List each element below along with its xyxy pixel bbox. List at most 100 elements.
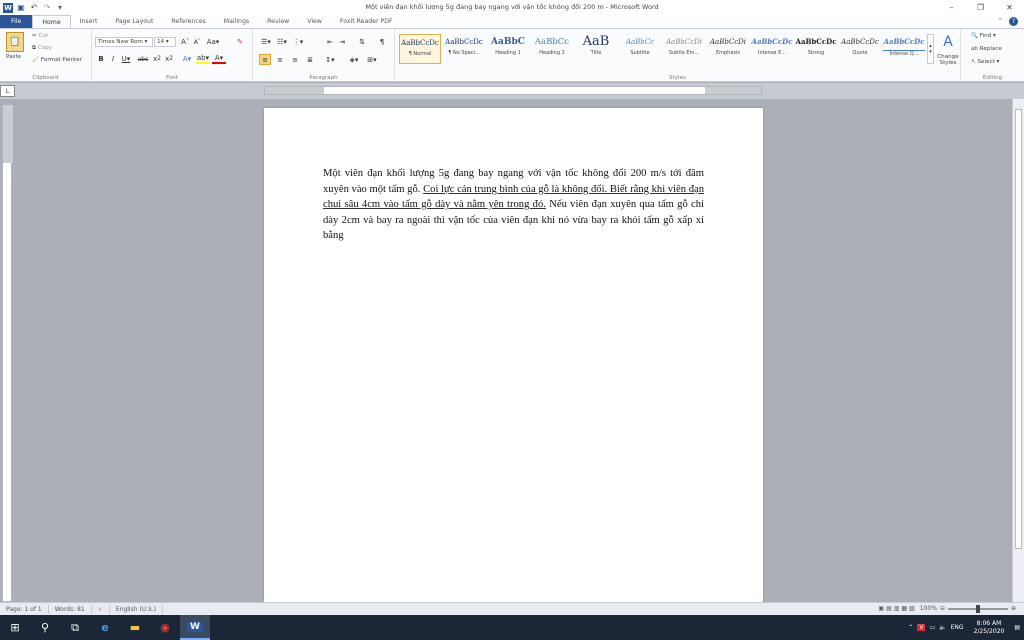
- style-intense-emphasis[interactable]: AaBbCcDc Intense E...: [751, 34, 793, 64]
- underline-icon[interactable]: U▾: [120, 54, 132, 64]
- document-page[interactable]: Một viên đạn khối lượng 5g đang bay ngan…: [264, 108, 763, 602]
- minimize-ribbon-icon[interactable]: ⌃: [997, 17, 1003, 26]
- tab-view[interactable]: View: [298, 15, 331, 28]
- style-subtitle[interactable]: AaBbCc Subtitle: [619, 34, 661, 64]
- tab-file[interactable]: File: [0, 15, 33, 28]
- clock[interactable]: 8:06 AM 2/25/2020: [974, 620, 1005, 636]
- subscript-icon[interactable]: x2: [152, 54, 162, 64]
- minimize-button[interactable]: –: [937, 0, 966, 15]
- italic-icon[interactable]: I: [108, 54, 118, 64]
- start-icon[interactable]: ⊞: [0, 615, 30, 640]
- show-formatting-icon[interactable]: ¶: [377, 37, 387, 47]
- edge-icon[interactable]: e: [90, 615, 120, 640]
- save-icon[interactable]: ▣: [16, 3, 26, 13]
- zoom-level[interactable]: 100%: [920, 605, 937, 612]
- word-count[interactable]: Words: 81: [49, 604, 92, 614]
- grow-font-icon[interactable]: A ˄: [180, 37, 190, 47]
- format-painter-button[interactable]: 🖌 Format Painter: [32, 57, 82, 63]
- proofing-icon[interactable]: ✓: [92, 604, 110, 614]
- zoom-slider-thumb[interactable]: [975, 604, 980, 613]
- borders-icon[interactable]: ⊞▾: [365, 54, 379, 65]
- decrease-indent-icon[interactable]: ⇤: [325, 37, 335, 47]
- antivirus-icon[interactable]: V: [917, 624, 926, 631]
- justify-icon[interactable]: ≣: [304, 54, 316, 65]
- line-spacing-icon[interactable]: ↕▾: [323, 54, 337, 65]
- font-color-icon[interactable]: A▾: [212, 54, 226, 64]
- language-indicator[interactable]: English (U.S.): [110, 604, 164, 614]
- volume-icon[interactable]: 🔈: [939, 624, 946, 631]
- tab-selector-icon[interactable]: L: [0, 85, 15, 97]
- style-strong[interactable]: AaBbCcDc Strong: [795, 34, 837, 64]
- select-button[interactable]: ↖ Select ▾: [971, 59, 999, 65]
- shading-icon[interactable]: ◈▾: [347, 54, 361, 65]
- paste-icon[interactable]: 📋: [6, 32, 24, 52]
- bold-icon[interactable]: B: [96, 54, 106, 64]
- network-icon[interactable]: ▭: [929, 624, 935, 631]
- zoom-in-icon[interactable]: ⊕: [1011, 605, 1016, 612]
- zoom-out-icon[interactable]: ⊖: [940, 605, 945, 612]
- document-body[interactable]: Một viên đạn khối lượng 5g đang bay ngan…: [323, 166, 704, 244]
- text-effects-icon[interactable]: A▾: [180, 54, 194, 64]
- restore-button[interactable]: ❐: [966, 0, 995, 15]
- style-subtle-emphasis[interactable]: AaBbCcDi Subtle Em...: [663, 34, 705, 64]
- cut-button[interactable]: ✂ Cut: [32, 33, 48, 39]
- close-button[interactable]: ✕: [995, 0, 1024, 15]
- shrink-font-icon[interactable]: A ˅: [192, 37, 202, 47]
- paste-button-label[interactable]: Paste: [6, 54, 21, 60]
- style-intense-quote[interactable]: AaBbCcDc Intense Q...: [883, 34, 925, 64]
- sort-icon[interactable]: ⇅: [357, 37, 367, 47]
- vertical-scrollbar[interactable]: [1012, 99, 1024, 602]
- font-name-select[interactable]: Times New Rom ▾: [95, 37, 153, 47]
- style-emphasis[interactable]: AaBbCcDi Emphasis: [707, 34, 749, 64]
- horizontal-ruler[interactable]: [264, 86, 762, 95]
- style-heading-1[interactable]: AaBbC Heading 1: [487, 34, 529, 64]
- style-no-spacing[interactable]: AaBbCcDc ¶ No Spaci...: [443, 34, 485, 64]
- tab-home[interactable]: Home: [32, 15, 71, 28]
- file-explorer-icon[interactable]: ▬: [120, 615, 150, 640]
- font-size-select[interactable]: 14 ▾: [154, 37, 176, 47]
- replace-button[interactable]: ab Replace: [971, 46, 1002, 52]
- superscript-icon[interactable]: x2: [164, 54, 174, 64]
- tab-mailings[interactable]: Mailings: [215, 15, 258, 28]
- change-styles-label[interactable]: Change Styles: [935, 54, 961, 66]
- vertical-ruler[interactable]: [2, 104, 13, 602]
- tab-page-layout[interactable]: Page Layout: [106, 15, 162, 28]
- chrome-icon[interactable]: ◉: [150, 615, 180, 640]
- align-right-icon[interactable]: ≡: [289, 54, 301, 65]
- change-case-icon[interactable]: Aa▾: [206, 37, 220, 47]
- find-button[interactable]: 🔍 Find ▾: [971, 33, 996, 39]
- tab-review[interactable]: Review: [258, 15, 298, 28]
- style-normal[interactable]: AaBbCcDc ¶ Normal: [399, 34, 441, 64]
- style-heading-2[interactable]: AaBbCc Heading 2: [531, 34, 573, 64]
- word-taskbar-icon[interactable]: W: [180, 615, 210, 640]
- undo-icon[interactable]: ↶: [29, 3, 39, 13]
- highlight-color-icon[interactable]: ab▾: [196, 54, 210, 64]
- copy-button[interactable]: ⧉ Copy: [32, 45, 52, 52]
- styles-scroll-icon[interactable]: ▴ ▾: [927, 34, 934, 64]
- strikethrough-icon[interactable]: abc: [136, 54, 150, 64]
- style-quote[interactable]: AaBbCcDc Quote: [839, 34, 881, 64]
- redo-icon[interactable]: ↷: [42, 3, 52, 13]
- align-left-icon[interactable]: ≡: [259, 54, 271, 65]
- task-view-icon[interactable]: ⧉: [60, 615, 90, 640]
- tab-references[interactable]: References: [162, 15, 214, 28]
- tab-foxit-reader-pdf[interactable]: Foxit Reader PDF: [331, 15, 402, 28]
- input-language[interactable]: ENG: [951, 624, 964, 631]
- multilevel-list-icon[interactable]: ⋮▾: [291, 37, 305, 47]
- tab-insert[interactable]: Insert: [71, 15, 107, 28]
- scrollbar-thumb[interactable]: [1015, 109, 1022, 549]
- page-count[interactable]: Page: 1 of 1: [0, 604, 49, 614]
- search-icon[interactable]: ⚲: [30, 615, 60, 640]
- numbering-icon[interactable]: ☷▾: [275, 37, 289, 47]
- zoom-slider[interactable]: [947, 604, 1008, 613]
- clear-formatting-icon[interactable]: ✎: [234, 37, 246, 47]
- tray-chevron-icon[interactable]: ⌃: [908, 624, 913, 631]
- style-title[interactable]: AaB Title: [575, 34, 617, 64]
- notifications-icon[interactable]: ▤: [1014, 624, 1020, 631]
- help-icon[interactable]: ?: [1009, 17, 1018, 26]
- view-mode-icons[interactable]: ▣▤▥▦▧: [878, 605, 916, 612]
- change-styles-icon[interactable]: A: [939, 33, 957, 51]
- increase-indent-icon[interactable]: ⇥: [337, 37, 347, 47]
- align-center-icon[interactable]: ≡: [274, 54, 286, 65]
- bullets-icon[interactable]: ☰▾: [259, 37, 273, 47]
